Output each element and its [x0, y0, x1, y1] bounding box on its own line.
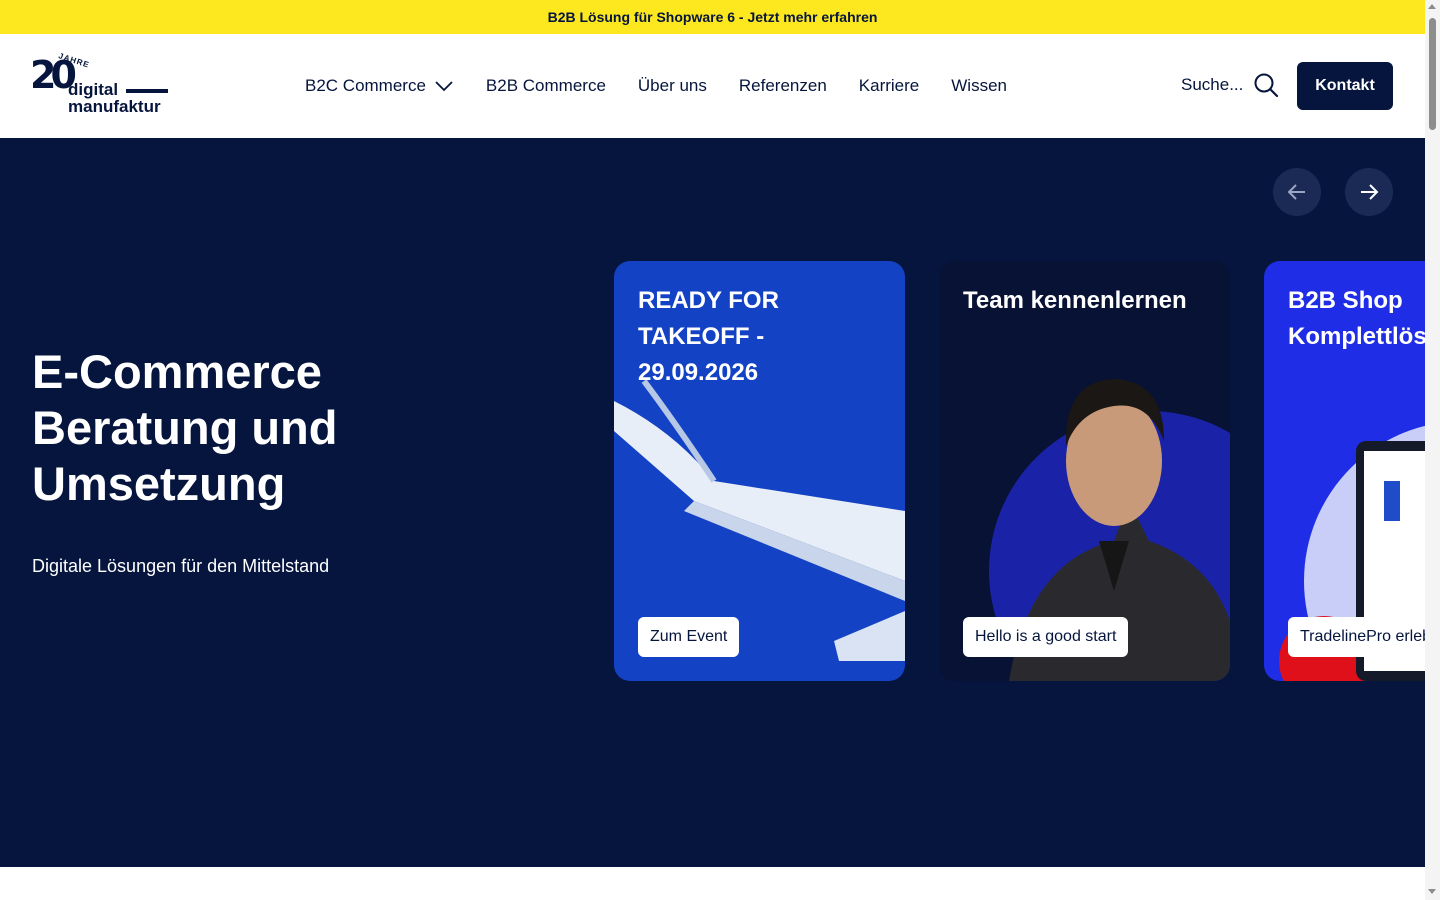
nav-item-b2b-commerce[interactable]: B2B Commerce	[486, 76, 606, 96]
logo-word-manufaktur: manufaktur	[68, 97, 161, 116]
carousel-card-event[interactable]: READY FOR TAKEOFF - 29.09.2026 Zum Event	[614, 261, 905, 681]
nav-item-label: B2C Commerce	[305, 76, 426, 95]
search-icon	[1254, 73, 1279, 98]
nav-item-label: Über uns	[637, 76, 707, 95]
card-title: B2B Shop Komplettlösung	[1288, 287, 1425, 350]
site-header: 20 JAHRE digital manufaktur B2C Commerce…	[0, 34, 1425, 138]
nav-item-ueber-uns[interactable]: Über uns	[638, 76, 707, 96]
nav-item-label: Karriere	[858, 76, 920, 95]
hero-subline: Digitale Lösungen für den Mittelstand	[32, 556, 330, 576]
card-title: Team kennenlernen	[963, 287, 1187, 314]
scrollbar-thumb[interactable]	[1429, 18, 1436, 130]
carousel-card-team[interactable]: Team kennenlernen Hello is a good start	[939, 261, 1230, 681]
announcement-link[interactable]: B2B Lösung für Shopware 6 - Jetzt mehr e…	[548, 9, 878, 25]
scroll-down-icon[interactable]	[1428, 889, 1436, 894]
carousel-prev-button[interactable]	[1273, 168, 1321, 216]
logo[interactable]: 20 JAHRE digital manufaktur	[30, 51, 170, 118]
card-title: READY FOR TAKEOFF - 29.09.2026	[638, 287, 779, 386]
chevron-down-icon	[435, 81, 453, 92]
card-button-tradelinepro[interactable]: TradelinePro erleben	[1288, 617, 1425, 657]
page-scrollbar[interactable]	[1425, 0, 1440, 900]
nav-item-wissen[interactable]: Wissen	[951, 76, 1007, 96]
nav-item-referenzen[interactable]: Referenzen	[739, 76, 827, 96]
announcement-bar: B2B Lösung für Shopware 6 - Jetzt mehr e…	[0, 0, 1425, 34]
card-button-zum-event[interactable]: Zum Event	[638, 617, 740, 657]
card-button-hello[interactable]: Hello is a good start	[963, 617, 1129, 657]
nav-item-label: Wissen	[951, 76, 1007, 95]
search-trigger[interactable]: Suche...	[1181, 72, 1279, 98]
nav-item-label: B2B Commerce	[485, 76, 606, 95]
scroll-up-icon[interactable]	[1428, 4, 1436, 9]
carousel-card-b2b-shop[interactable]: B2B Shop Komplettlösung TradelinePro erl…	[1264, 261, 1425, 681]
arrow-right-icon	[1361, 184, 1379, 200]
nav-item-b2c-commerce[interactable]: B2C Commerce	[305, 76, 454, 96]
contact-button[interactable]: Kontakt	[1297, 62, 1393, 110]
nav-item-label: Referenzen	[738, 76, 827, 95]
carousel-next-button[interactable]	[1345, 168, 1393, 216]
logo-bar	[126, 89, 168, 93]
hero-section: E-Commerce Beratung und Umsetzung Digita…	[0, 138, 1425, 867]
nav-item-karriere[interactable]: Karriere	[859, 76, 919, 96]
search-label: Suche...	[1181, 75, 1244, 94]
arrow-left-icon	[1287, 184, 1305, 200]
main-nav: B2C Commerce B2B Commerce Über uns Refer…	[305, 34, 1039, 138]
hero-headline: E-Commerce Beratung und Umsetzung	[32, 345, 338, 510]
